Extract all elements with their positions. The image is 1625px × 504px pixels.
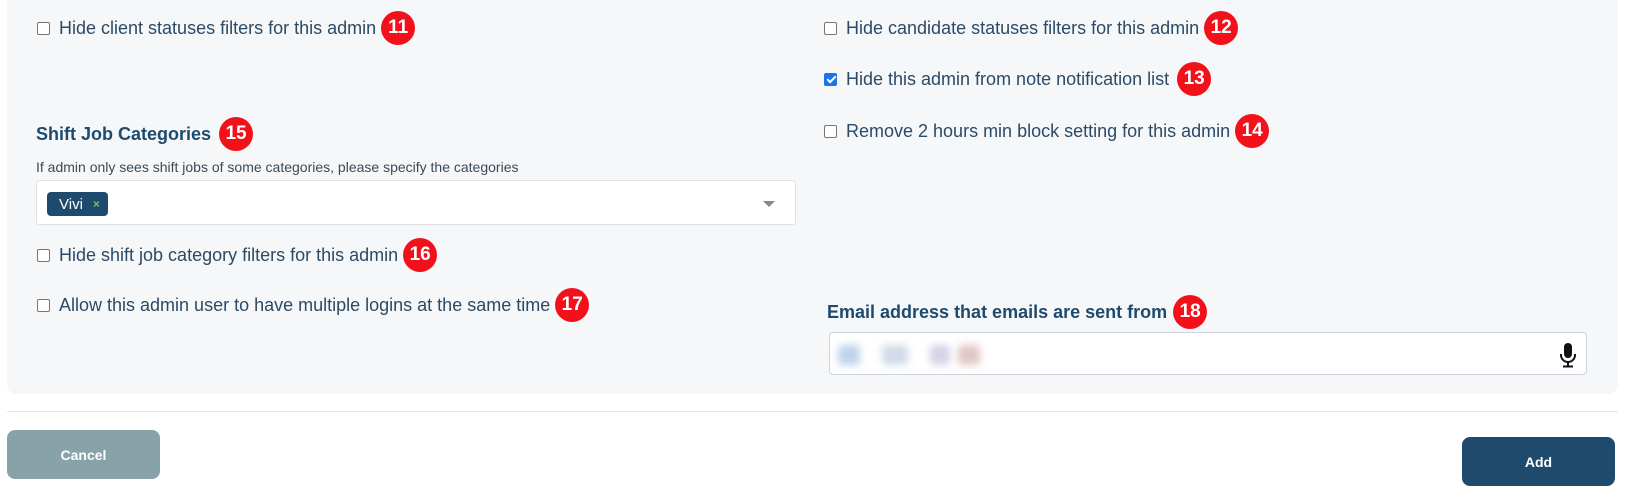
footer-divider (7, 411, 1618, 412)
redacted-email-value-part (882, 345, 908, 365)
remove-min-block-row: Remove 2 hours min block setting for thi… (824, 114, 1270, 148)
annotation-badge-14: 14 (1235, 114, 1270, 148)
selected-category-tag: Vivi × (47, 192, 108, 216)
hide-from-note-notification-checkbox[interactable] (824, 72, 837, 86)
email-sender-input[interactable] (829, 332, 1587, 375)
remove-min-block-checkbox[interactable] (824, 124, 837, 138)
hide-from-note-notification-label: Hide this admin from note notification l… (846, 68, 1170, 89)
selected-category-tag-label: Vivi (59, 195, 83, 213)
annotation-badge-11: 11 (381, 11, 416, 45)
hide-shift-job-category-row: Hide shift job category filters for this… (37, 238, 438, 272)
caret-down-icon[interactable] (763, 201, 775, 207)
annotation-badge-18: 18 (1173, 295, 1208, 329)
hide-shift-job-category-checkbox[interactable] (37, 248, 50, 262)
annotation-badge-12: 12 (1204, 11, 1239, 45)
hide-client-statuses-row: Hide client statuses filters for this ad… (37, 11, 416, 45)
shift-job-categories-hint: If admin only sees shift jobs of some ca… (36, 159, 519, 175)
annotation-badge-17: 17 (555, 288, 590, 322)
hide-shift-job-category-label: Hide shift job category filters for this… (59, 244, 399, 265)
shift-job-categories-select[interactable]: Vivi × (36, 180, 796, 225)
allow-multiple-logins-checkbox[interactable] (37, 298, 50, 312)
hide-candidate-statuses-label: Hide candidate statuses filters for this… (846, 17, 1200, 38)
shift-job-categories-heading: Shift Job Categories (36, 123, 212, 144)
hide-from-note-notification-row: Hide this admin from note notification l… (824, 62, 1212, 96)
allow-multiple-logins-label: Allow this admin user to have multiple l… (59, 294, 551, 315)
annotation-badge-13: 13 (1177, 62, 1212, 96)
allow-multiple-logins-row: Allow this admin user to have multiple l… (37, 288, 590, 322)
shift-job-categories-heading-row: Shift Job Categories 15 (36, 117, 254, 151)
email-sender-heading: Email address that emails are sent from (827, 301, 1168, 322)
hide-client-statuses-checkbox[interactable] (37, 21, 50, 35)
annotation-badge-16: 16 (403, 238, 438, 272)
redacted-email-value (838, 345, 860, 365)
annotation-badge-15: 15 (219, 117, 254, 151)
close-icon[interactable]: × (93, 197, 100, 211)
add-button[interactable]: Add (1462, 437, 1615, 486)
cancel-button[interactable]: Cancel (7, 430, 160, 479)
email-sender-heading-row: Email address that emails are sent from … (827, 295, 1208, 329)
microphone-icon[interactable] (1558, 342, 1578, 368)
hide-candidate-statuses-checkbox[interactable] (824, 21, 837, 35)
hide-client-statuses-label: Hide client statuses filters for this ad… (59, 17, 377, 38)
redacted-email-value-part (930, 345, 950, 365)
remove-min-block-label: Remove 2 hours min block setting for thi… (846, 120, 1231, 141)
hide-candidate-statuses-row: Hide candidate statuses filters for this… (824, 11, 1239, 45)
redacted-email-value-part (958, 345, 980, 365)
